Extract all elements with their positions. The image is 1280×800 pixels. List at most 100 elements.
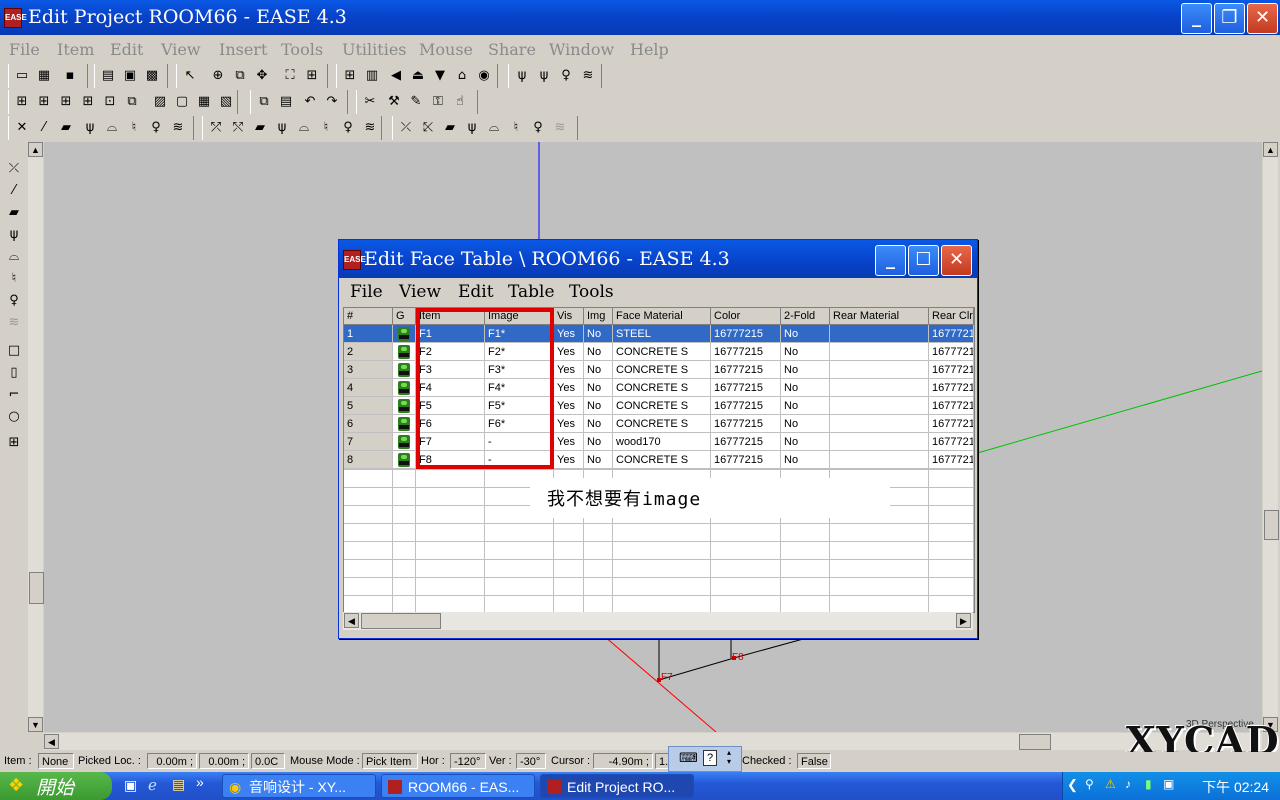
- cut-icon[interactable]: ✂: [361, 93, 379, 111]
- save-icon[interactable]: ▪: [61, 67, 79, 85]
- cell-num[interactable]: 5: [344, 397, 393, 415]
- menu-window[interactable]: Window: [549, 40, 614, 59]
- cell-vis[interactable]: Yes: [554, 397, 584, 415]
- select-circle-icon[interactable]: ○: [5, 408, 23, 426]
- right-scrollbar[interactable]: ▲ ▼: [1263, 142, 1279, 732]
- scroll-thumb[interactable]: [361, 613, 441, 629]
- scroll-left-arrow[interactable]: ◀: [344, 613, 359, 628]
- print-icon[interactable]: ▤: [99, 67, 117, 85]
- dialog-menu-table[interactable]: Table: [508, 282, 555, 302]
- mapping-icon[interactable]: ▦: [195, 93, 213, 111]
- cell-color[interactable]: 16777215: [711, 415, 781, 433]
- cell-face-material[interactable]: CONCRETE S: [613, 379, 711, 397]
- cell-color[interactable]: 16777215: [711, 433, 781, 451]
- cell-vis[interactable]: Yes: [554, 325, 584, 343]
- pick-speaker-icon[interactable]: ψ: [5, 226, 23, 244]
- menu-view[interactable]: View: [161, 40, 201, 59]
- cell-img[interactable]: No: [584, 325, 613, 343]
- speaker-array-icon[interactable]: ψ: [535, 67, 553, 85]
- cell-img[interactable]: No: [584, 343, 613, 361]
- menu-item[interactable]: Item: [57, 40, 94, 59]
- task-browser[interactable]: ◉ 音响设计 - XY...: [222, 774, 376, 798]
- redo-icon[interactable]: ↷: [323, 93, 341, 111]
- cell-2fold[interactable]: No: [781, 451, 830, 469]
- cell-group[interactable]: [393, 343, 416, 361]
- scroll-thumb[interactable]: [1019, 734, 1051, 750]
- building-icon[interactable]: ▥: [363, 67, 381, 85]
- cell-group[interactable]: [393, 397, 416, 415]
- cell-color[interactable]: 16777215: [711, 397, 781, 415]
- cell-rear-color[interactable]: 1677721: [929, 451, 974, 469]
- vertex-tool-icon[interactable]: ⤱: [207, 119, 225, 137]
- lock-icon[interactable]: ⚿: [429, 93, 447, 111]
- left-scrollbar[interactable]: ▲ ▼: [28, 142, 44, 732]
- scroll-up-arrow[interactable]: ▲: [1263, 142, 1278, 157]
- insert-light-icon[interactable]: ♀: [147, 119, 165, 137]
- volume-icon[interactable]: ♪: [1125, 777, 1131, 791]
- wireframe-icon[interactable]: ▢: [173, 93, 191, 111]
- dialog-close-button[interactable]: ✕: [941, 245, 972, 276]
- cell-rear-material[interactable]: [830, 397, 929, 415]
- ie-browser-icon[interactable]: ℯ: [148, 776, 157, 794]
- dialog-horizontal-scrollbar[interactable]: ◀ ▶: [343, 612, 973, 630]
- delete-seat-icon[interactable]: ⌓: [485, 119, 503, 137]
- home-icon[interactable]: ⌂: [453, 67, 471, 85]
- cell-num[interactable]: 3: [344, 361, 393, 379]
- browse-icon[interactable]: ▦: [35, 67, 53, 85]
- fit-icon[interactable]: ⊞: [303, 67, 321, 85]
- pointer-icon[interactable]: ↖: [181, 67, 199, 85]
- tray-app-icon[interactable]: ▣: [1163, 777, 1174, 791]
- column-header-num[interactable]: #: [344, 308, 393, 325]
- scroll-thumb[interactable]: [1264, 510, 1279, 540]
- cell-face-material[interactable]: CONCRETE S: [613, 343, 711, 361]
- cell-2fold[interactable]: No: [781, 361, 830, 379]
- cell-rear-material[interactable]: [830, 415, 929, 433]
- cell-color[interactable]: 16777215: [711, 343, 781, 361]
- cell-face-material[interactable]: CONCRETE S: [613, 415, 711, 433]
- cell-rear-color[interactable]: 1677721: [929, 397, 974, 415]
- cell-num[interactable]: 7: [344, 433, 393, 451]
- wizard-icon[interactable]: ⚒: [385, 93, 403, 111]
- cell-group[interactable]: [393, 379, 416, 397]
- dialog-menu-file[interactable]: File: [350, 282, 383, 302]
- cell-rear-material[interactable]: [830, 325, 929, 343]
- cell-group[interactable]: [393, 451, 416, 469]
- pick-line-icon[interactable]: ⁄: [5, 182, 23, 200]
- dialog-maximize-button[interactable]: ☐: [908, 245, 939, 276]
- insert-vertex-icon[interactable]: ⁄: [35, 119, 53, 137]
- arrow-up-icon[interactable]: ⏏: [409, 67, 427, 85]
- cell-rear-material[interactable]: [830, 451, 929, 469]
- delete-chair-icon[interactable]: ♮: [507, 119, 525, 137]
- ease-app-icon[interactable]: EASE: [4, 8, 27, 28]
- cell-vis[interactable]: Yes: [554, 361, 584, 379]
- delete-face-icon[interactable]: ▰: [441, 119, 459, 137]
- scroll-up-arrow[interactable]: ▲: [28, 142, 43, 157]
- pick-face-icon[interactable]: ▰: [5, 204, 23, 222]
- task-room66[interactable]: ROOM66 - EAS...: [381, 774, 535, 798]
- light-tool-icon[interactable]: ♀: [339, 119, 357, 137]
- bottom-scrollbar[interactable]: ◀: [44, 733, 1262, 750]
- delete-area-icon[interactable]: ≋: [551, 119, 569, 137]
- cell-num[interactable]: 8: [344, 451, 393, 469]
- maximize-button[interactable]: ❐: [1214, 3, 1245, 34]
- hand-icon[interactable]: ☝: [451, 93, 469, 111]
- cell-2fold[interactable]: No: [781, 397, 830, 415]
- scroll-right-arrow[interactable]: ▶: [956, 613, 971, 628]
- cell-vis[interactable]: Yes: [554, 343, 584, 361]
- speaker-tool-icon[interactable]: ψ: [273, 119, 291, 137]
- preview-icon[interactable]: ▣: [121, 67, 139, 85]
- copy-icon[interactable]: ⧉: [255, 93, 273, 111]
- insert-speaker-icon[interactable]: ψ: [81, 119, 99, 137]
- cell-2fold[interactable]: No: [781, 325, 830, 343]
- cell-face-material[interactable]: CONCRETE S: [613, 361, 711, 379]
- cell-vis[interactable]: Yes: [554, 433, 584, 451]
- cell-img[interactable]: No: [584, 379, 613, 397]
- delete-vertex-icon[interactable]: ⤫: [397, 119, 415, 137]
- render-icon[interactable]: ▨: [151, 93, 169, 111]
- export-icon[interactable]: ▩: [143, 67, 161, 85]
- cell-rear-color[interactable]: 1677721: [929, 415, 974, 433]
- dialog-minimize-button[interactable]: _: [875, 245, 906, 276]
- media-icon[interactable]: ▤: [172, 776, 185, 793]
- chart-icon[interactable]: ▮: [1145, 777, 1152, 791]
- cell-rear-material[interactable]: [830, 343, 929, 361]
